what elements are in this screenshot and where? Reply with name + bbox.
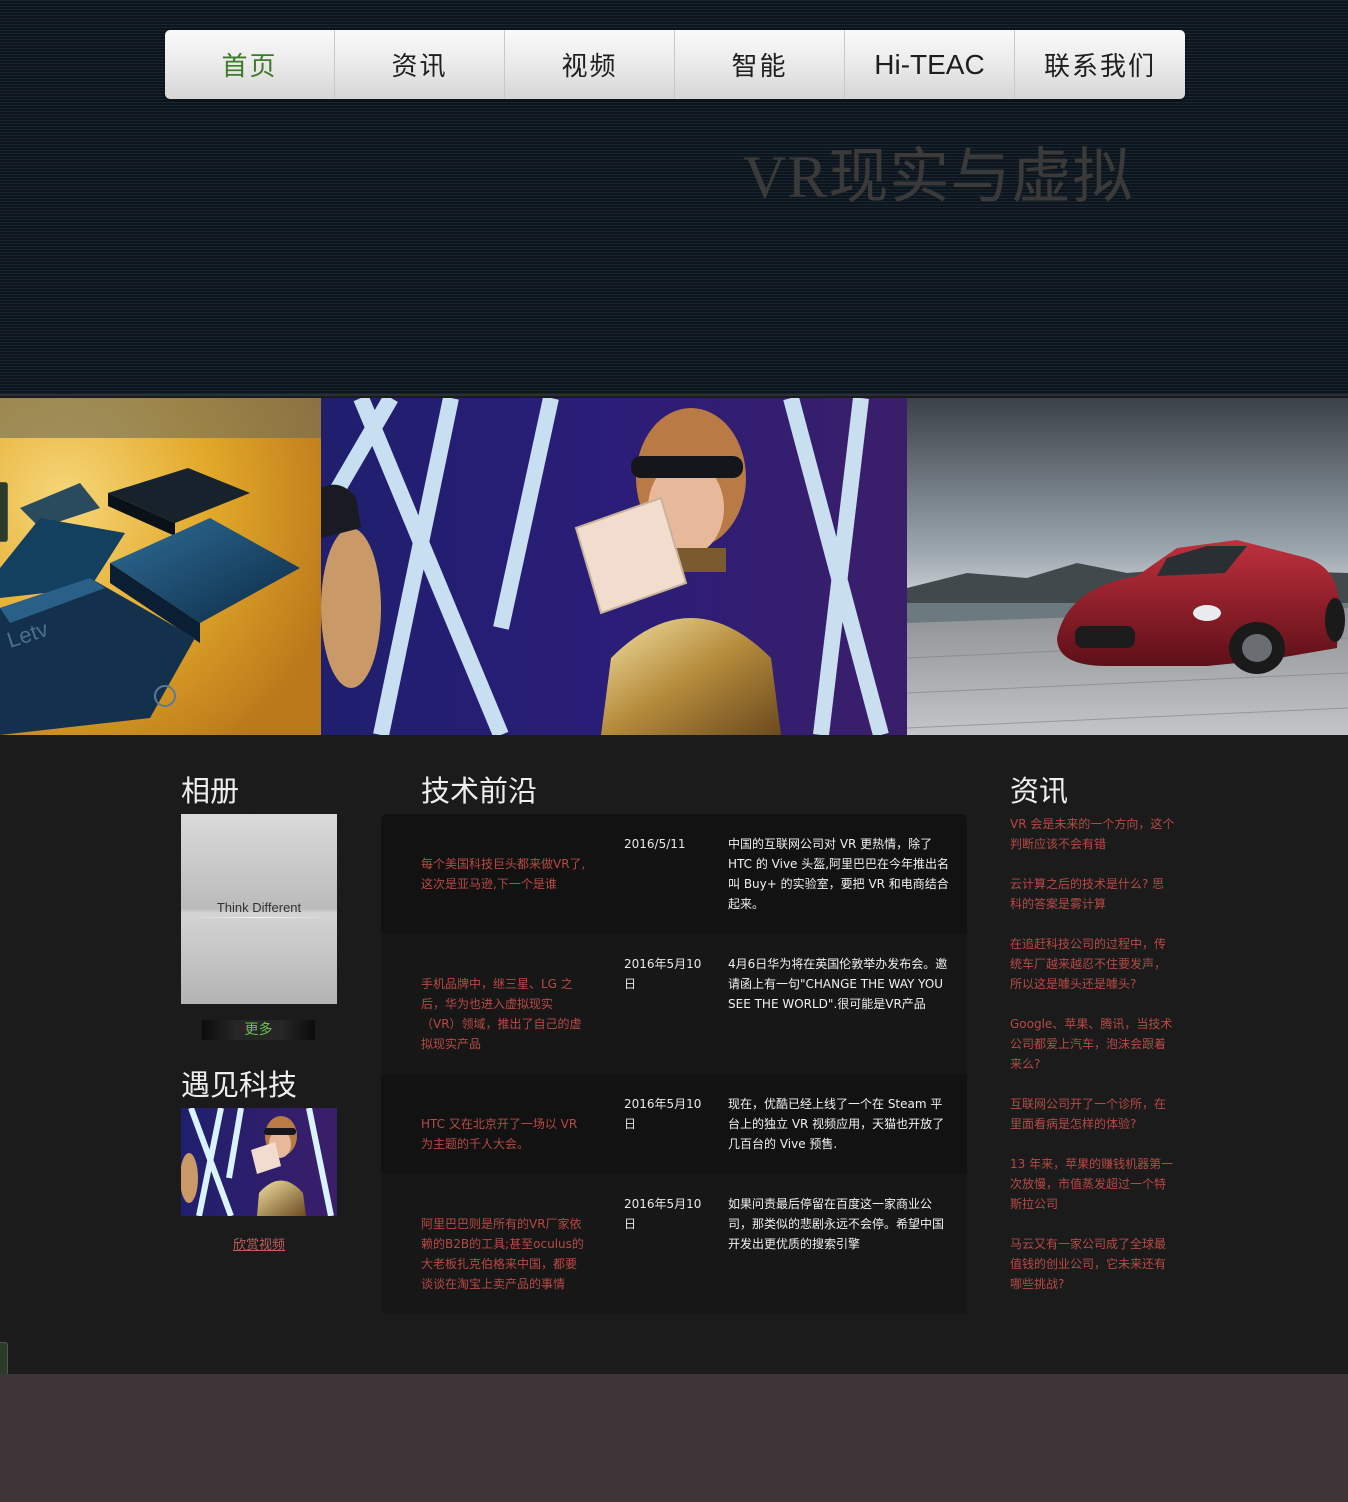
table-row: 手机品牌中，继三星、LG 之后，华为也进入虚拟现实（VR）领域，推出了自己的虚拟… bbox=[381, 934, 967, 1074]
news-item[interactable]: 13 年来，苹果的赚钱机器第一次放慢，市值蒸发超过一个特斯拉公司 bbox=[1010, 1154, 1175, 1214]
banner-photo-vr-woman bbox=[321, 398, 907, 735]
news-item[interactable]: Google、苹果、腾讯，当技术公司都爱上汽车，泡沫会跟着来么? bbox=[1010, 1014, 1175, 1074]
tech-row-desc: 如果问责最后停留在百度这一家商业公司，那类似的悲剧永远不会停。希望中国开发出更优… bbox=[728, 1197, 945, 1251]
meet-tech-image[interactable] bbox=[181, 1108, 337, 1216]
news-item[interactable]: 马云又有一家公司成了全球最值钱的创业公司，它未来还有哪些挑战? bbox=[1010, 1234, 1175, 1294]
tech-row-date: 2016/5/11 bbox=[624, 837, 686, 851]
hero-title: VR现实与虚拟 bbox=[743, 144, 1134, 210]
nav-item-hi-teac[interactable]: Hi-TEAC bbox=[845, 30, 1015, 99]
album-image-reflection bbox=[187, 917, 331, 918]
tech-row-desc: 现在，优酷已经上线了一个在 Steam 平台上的独立 VR 视频应用，天猫也开放… bbox=[728, 1097, 945, 1151]
album-image[interactable]: Think Different bbox=[181, 814, 337, 1004]
news-item[interactable]: VR 会是未来的一个方向，这个判断应该不会有错 bbox=[1010, 814, 1175, 854]
album-title: 相册 bbox=[181, 774, 240, 808]
tech-row-date: 2016年5月10日 bbox=[624, 957, 702, 991]
news-item[interactable]: 云计算之后的技术是什么? 思科的答案是雾计算 bbox=[1010, 874, 1175, 914]
main-nav: 首页 资讯 视频 智能 Hi-TEAC 联系我们 bbox=[165, 30, 1185, 99]
table-row: 阿里巴巴则是所有的VR厂家依赖的B2B的工具;甚至oculus的大老板扎克伯格来… bbox=[381, 1174, 967, 1314]
nav-item-smart[interactable]: 智能 bbox=[675, 30, 845, 99]
nav-item-home[interactable]: 首页 bbox=[165, 30, 335, 99]
album-image-caption: Think Different bbox=[216, 900, 302, 915]
side-scroll-handle[interactable] bbox=[0, 482, 8, 542]
header-band: 首页 资讯 视频 智能 Hi-TEAC 联系我们 VR现实与虚拟 bbox=[0, 0, 1348, 396]
banner-photo-sports-car bbox=[907, 398, 1348, 735]
tech-row-date: 2016年5月10日 bbox=[624, 1197, 702, 1231]
tech-row-title[interactable]: HTC 又在北京开了一场以 VR 为主题的千人大会。 bbox=[421, 1114, 586, 1154]
table-row: HTC 又在北京开了一场以 VR 为主题的千人大会。 2016年5月10日 现在… bbox=[381, 1074, 967, 1174]
tech-table: 每个美国科技巨头都来做VR了,这次是亚马逊,下一个是谁 2016/5/11 中国… bbox=[381, 814, 967, 1314]
meet-tech-title: 遇见科技 bbox=[181, 1068, 298, 1102]
tech-row-desc: 中国的互联网公司对 VR 更热情，除了 HTC 的 Vive 头盔,阿里巴巴在今… bbox=[728, 837, 950, 911]
nav-item-contact[interactable]: 联系我们 bbox=[1015, 30, 1185, 99]
album-more-button[interactable]: 更多 bbox=[202, 1020, 315, 1040]
tech-title: 技术前沿 bbox=[421, 774, 538, 808]
banner-photo-devices: Letv bbox=[0, 398, 321, 735]
tech-row-desc: 4月6日华为将在英国伦敦举办发布会。邀请函上有一句"CHANGE THE WAY… bbox=[728, 957, 948, 1011]
table-row: 每个美国科技巨头都来做VR了,这次是亚马逊,下一个是谁 2016/5/11 中国… bbox=[381, 814, 967, 934]
footer bbox=[0, 1374, 1348, 1502]
watch-video-link[interactable]: 欣赏视频 bbox=[181, 1234, 337, 1253]
news-item[interactable]: 在追赶科技公司的过程中，传统车厂越来越忍不住要发声，所以这是噱头还是噱头? bbox=[1010, 934, 1175, 994]
nav-item-video[interactable]: 视频 bbox=[505, 30, 675, 99]
nav-item-news[interactable]: 资讯 bbox=[335, 30, 505, 99]
tech-row-title[interactable]: 每个美国科技巨头都来做VR了,这次是亚马逊,下一个是谁 bbox=[421, 854, 586, 894]
tech-row-title[interactable]: 阿里巴巴则是所有的VR厂家依赖的B2B的工具;甚至oculus的大老板扎克伯格来… bbox=[421, 1214, 586, 1294]
tech-row-title[interactable]: 手机品牌中，继三星、LG 之后，华为也进入虚拟现实（VR）领域，推出了自己的虚拟… bbox=[421, 974, 586, 1054]
news-title: 资讯 bbox=[1010, 774, 1069, 808]
photo-banner: Letv bbox=[0, 398, 1348, 735]
news-item[interactable]: 互联网公司开了一个诊所，在里面看病是怎样的体验? bbox=[1010, 1094, 1175, 1134]
tech-row-date: 2016年5月10日 bbox=[624, 1097, 702, 1131]
